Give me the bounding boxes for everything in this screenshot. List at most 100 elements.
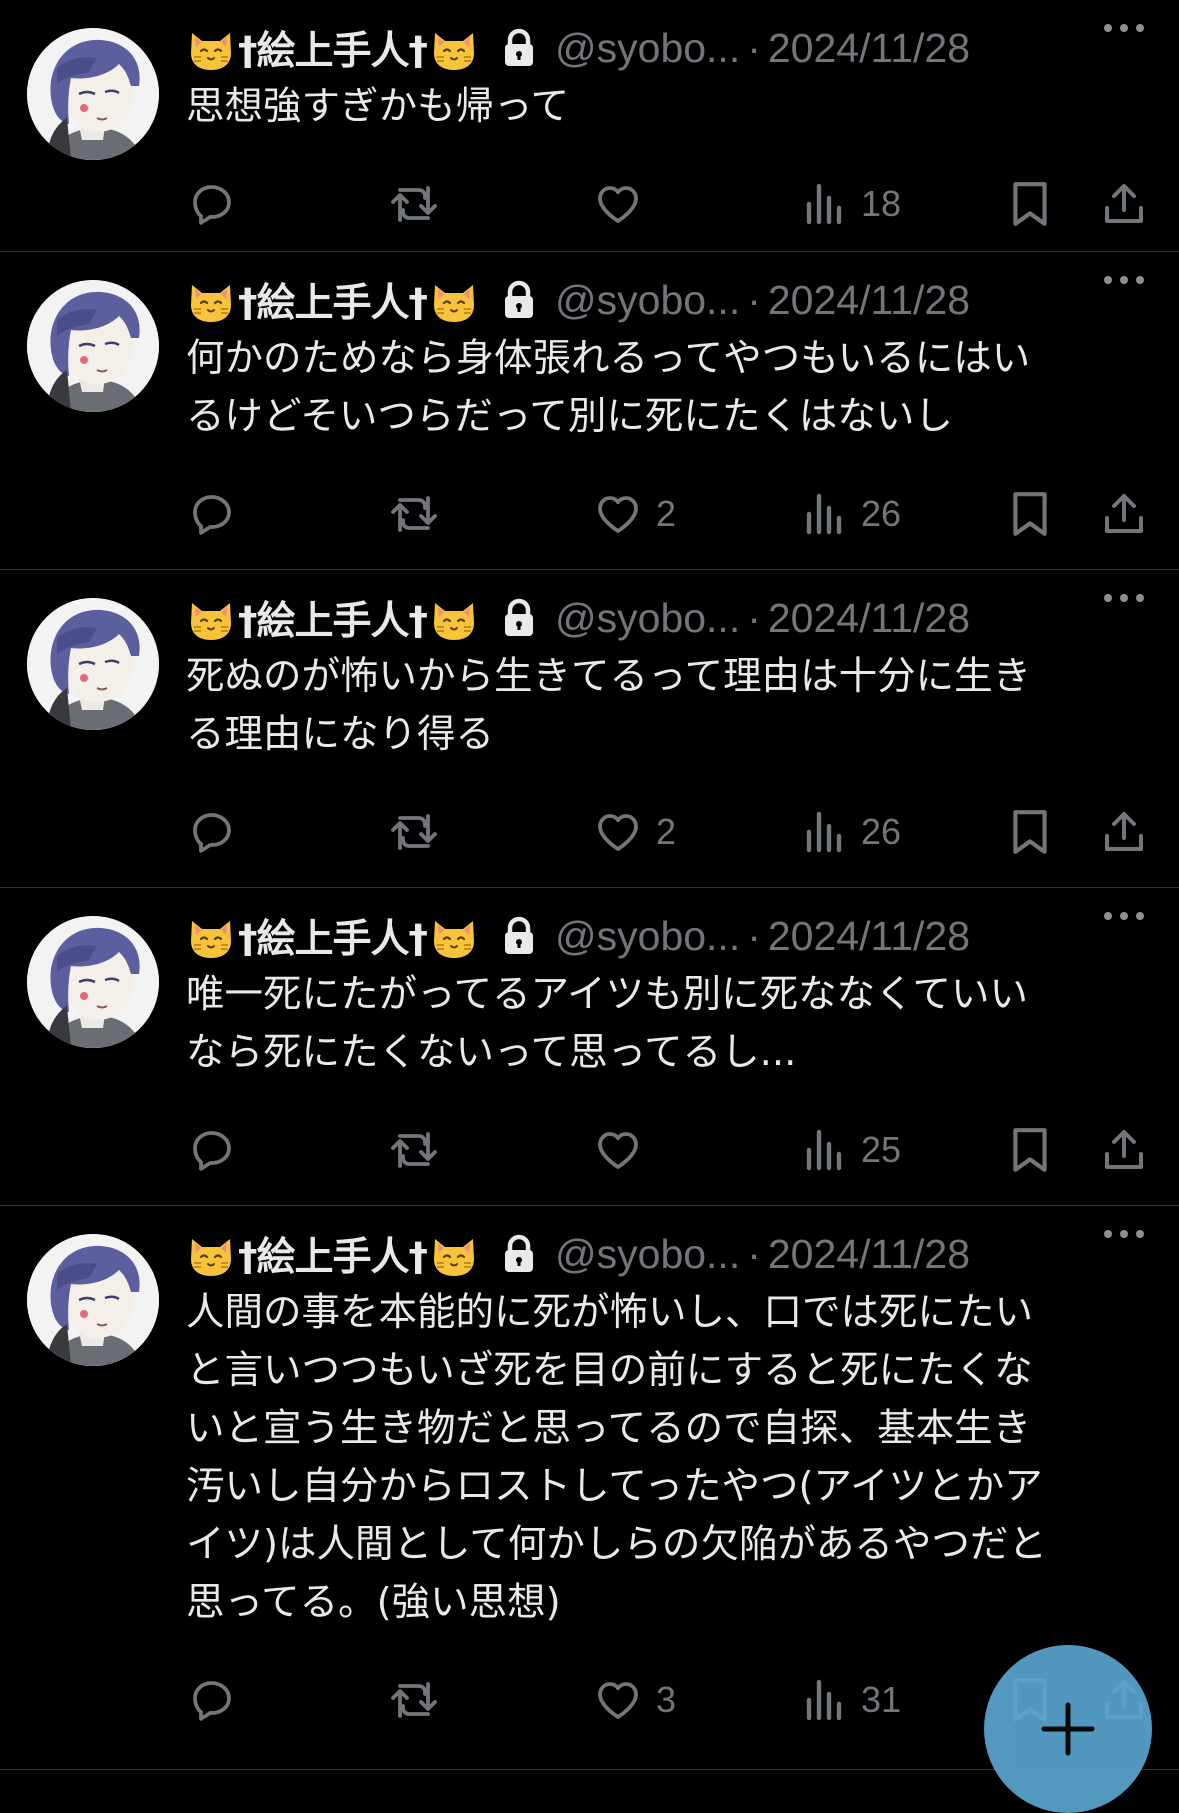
display-name[interactable]: †絵上手人†	[238, 908, 428, 964]
heart-icon	[594, 180, 642, 228]
repost-button[interactable]	[388, 484, 440, 544]
tweet[interactable]: †絵上手人† @syobo... · 2024/11/28 思想強すぎかも帰って	[0, 0, 1179, 252]
bookmark-button[interactable]	[1008, 174, 1052, 234]
cat-face-icon	[191, 1239, 231, 1276]
user-handle[interactable]: @syobo...	[555, 1231, 740, 1278]
bar-chart-icon	[803, 808, 847, 856]
bookmark-icon	[1008, 1125, 1052, 1175]
repost-button[interactable]	[388, 1670, 440, 1730]
avatar[interactable]	[27, 280, 159, 412]
views-button[interactable]: 26	[803, 484, 901, 544]
tweet-header: †絵上手人† @syobo... · 2024/11/28	[186, 590, 1179, 646]
like-button[interactable]	[594, 174, 656, 234]
view-count: 31	[861, 1679, 902, 1720]
tweet-date[interactable]: 2024/11/28	[768, 277, 970, 324]
cat-face-icon	[434, 33, 475, 70]
reply-bubble-icon	[188, 180, 236, 228]
like-button[interactable]: 2	[594, 484, 676, 544]
cat-face-icon	[434, 1239, 475, 1276]
tweet[interactable]: †絵上手人† @syobo... · 2024/11/28 唯一死にたがってるア…	[0, 888, 1179, 1206]
repost-arrows-icon	[388, 490, 440, 538]
tweet-header: †絵上手人† @syobo... · 2024/11/28	[186, 908, 1179, 964]
avatar[interactable]	[27, 28, 159, 160]
ellipsis-icon[interactable]	[1100, 1224, 1148, 1244]
display-name[interactable]: †絵上手人†	[238, 1226, 428, 1282]
like-button[interactable]: 2	[594, 802, 676, 862]
user-handle[interactable]: @syobo...	[555, 277, 740, 324]
share-button[interactable]	[1100, 802, 1148, 862]
view-count: 26	[861, 811, 902, 852]
view-count: 18	[861, 183, 902, 224]
reply-button[interactable]	[188, 802, 236, 862]
compose-button[interactable]	[984, 1645, 1152, 1813]
avatar[interactable]	[27, 916, 159, 1048]
share-button[interactable]	[1100, 174, 1148, 234]
views-button[interactable]: 31	[803, 1670, 901, 1730]
lock-icon	[505, 1234, 534, 1272]
tweet[interactable]: †絵上手人† @syobo... · 2024/11/28 死ぬのが怖いから生き…	[0, 570, 1179, 888]
plus-icon	[1041, 1702, 1095, 1756]
share-button[interactable]	[1100, 1120, 1148, 1180]
tweet-actions: 25	[0, 1120, 1179, 1180]
bookmark-button[interactable]	[1008, 802, 1052, 862]
ellipsis-icon[interactable]	[1100, 588, 1148, 608]
share-upload-icon	[1100, 179, 1148, 229]
reply-bubble-icon	[188, 490, 236, 538]
tweet-actions: 18	[0, 174, 1179, 234]
share-button[interactable]	[1100, 484, 1148, 544]
bookmark-icon	[1008, 179, 1052, 229]
avatar-illustration	[27, 598, 159, 730]
share-upload-icon	[1100, 489, 1148, 539]
avatar-illustration	[27, 280, 159, 412]
tweet-text: 思想強すぎかも帰って	[186, 84, 570, 129]
heart-icon	[594, 490, 642, 538]
tweet-date[interactable]: 2024/11/28	[768, 913, 970, 960]
user-handle[interactable]: @syobo...	[555, 25, 740, 72]
repost-arrows-icon	[388, 1676, 440, 1724]
separator-dot: ·	[747, 24, 761, 71]
repost-button[interactable]	[388, 174, 440, 234]
bookmark-button[interactable]	[1008, 484, 1052, 544]
user-handle[interactable]: @syobo...	[555, 595, 740, 642]
avatar-illustration	[27, 916, 159, 1048]
tweet-date[interactable]: 2024/11/28	[768, 595, 970, 642]
reply-button[interactable]	[188, 484, 236, 544]
ellipsis-icon[interactable]	[1100, 906, 1148, 926]
like-count: 2	[656, 493, 677, 534]
display-name[interactable]: †絵上手人†	[238, 590, 428, 646]
repost-button[interactable]	[388, 1120, 440, 1180]
like-button[interactable]: 3	[594, 1670, 676, 1730]
views-button[interactable]: 18	[803, 174, 901, 234]
repost-button[interactable]	[388, 802, 440, 862]
views-button[interactable]: 25	[803, 1120, 901, 1180]
views-button[interactable]: 26	[803, 802, 901, 862]
ellipsis-icon[interactable]	[1100, 270, 1148, 290]
bar-chart-icon	[803, 180, 847, 228]
tweet[interactable]: †絵上手人† @syobo... · 2024/11/28 何かのためなら身体張…	[0, 252, 1179, 570]
lock-icon	[505, 28, 534, 66]
tweet-date[interactable]: 2024/11/28	[768, 25, 970, 72]
like-count: 2	[656, 811, 677, 852]
heart-icon	[594, 808, 642, 856]
separator-dot: ·	[747, 276, 761, 323]
reply-button[interactable]	[188, 1120, 236, 1180]
lock-icon	[505, 280, 534, 318]
ellipsis-icon[interactable]	[1100, 18, 1148, 38]
tweet-header: †絵上手人† @syobo... · 2024/11/28	[186, 272, 1179, 328]
avatar[interactable]	[27, 1234, 159, 1366]
avatar[interactable]	[27, 598, 159, 730]
view-count: 26	[861, 493, 902, 534]
reply-button[interactable]	[188, 1670, 236, 1730]
tweet-date[interactable]: 2024/11/28	[768, 1231, 970, 1278]
user-handle[interactable]: @syobo...	[555, 913, 740, 960]
cat-face-icon	[434, 921, 475, 958]
display-name[interactable]: †絵上手人†	[238, 20, 428, 76]
display-name[interactable]: †絵上手人†	[238, 272, 428, 328]
bar-chart-icon	[803, 490, 847, 538]
bar-chart-icon	[803, 1126, 847, 1174]
like-button[interactable]	[594, 1120, 656, 1180]
tweet-actions: 2 26	[0, 484, 1179, 544]
tweet-header: †絵上手人† @syobo... · 2024/11/28	[186, 20, 1179, 76]
bookmark-button[interactable]	[1008, 1120, 1052, 1180]
reply-button[interactable]	[188, 174, 236, 234]
